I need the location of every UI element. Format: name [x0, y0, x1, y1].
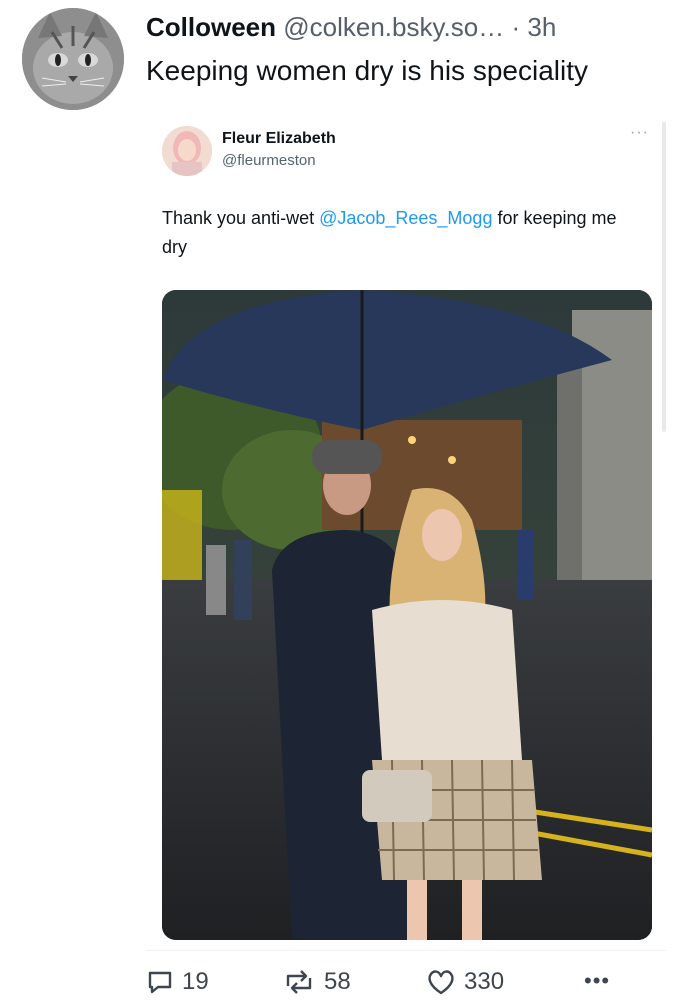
- author-avatar[interactable]: [22, 8, 124, 110]
- more-icon: •••: [584, 968, 611, 993]
- action-bar: 19 58 330 •••: [0, 968, 700, 1008]
- reply-count: 19: [182, 968, 209, 995]
- like-button[interactable]: 330: [426, 968, 504, 996]
- post-text: Keeping women dry is his speciality: [146, 55, 588, 86]
- reply-button[interactable]: 19: [146, 968, 209, 996]
- quote-author-avatar: [162, 126, 212, 176]
- quote-scrollbar: [662, 122, 666, 432]
- quote-text: Thank you anti-wet @Jacob_Rees_Mogg for …: [162, 204, 642, 262]
- quoted-post[interactable]: Fleur Elizabeth @fleurmeston ··· Thank y…: [146, 116, 666, 950]
- quote-text-start: Thank you anti-wet: [162, 208, 320, 228]
- quote-author-handle: @fleurmeston: [222, 152, 316, 169]
- more-button[interactable]: •••: [584, 968, 610, 994]
- post-header: Colloween @colken.bsky.so… · 3h: [146, 12, 686, 43]
- repost-icon: [286, 970, 312, 994]
- cat-avatar-icon: [22, 8, 124, 110]
- like-count: 330: [464, 968, 505, 995]
- quote-author-name: Fleur Elizabeth: [222, 130, 336, 147]
- author-handle[interactable]: @colken.bsky.so…: [283, 12, 504, 42]
- like-icon: [428, 970, 454, 995]
- reply-icon: [148, 971, 172, 994]
- quote-more-icon: ···: [630, 124, 649, 141]
- post-time[interactable]: 3h: [527, 12, 556, 42]
- separator-dot: ·: [511, 12, 521, 42]
- person-avatar-icon: [162, 126, 212, 176]
- photo-illustration: [162, 290, 652, 940]
- quote-mention: @Jacob_Rees_Mogg: [319, 208, 493, 228]
- author-name[interactable]: Colloween: [146, 12, 276, 42]
- repost-count: 58: [324, 968, 351, 995]
- repost-button[interactable]: 58: [282, 968, 351, 996]
- actions-divider: [146, 950, 666, 951]
- quote-photo: [162, 290, 652, 940]
